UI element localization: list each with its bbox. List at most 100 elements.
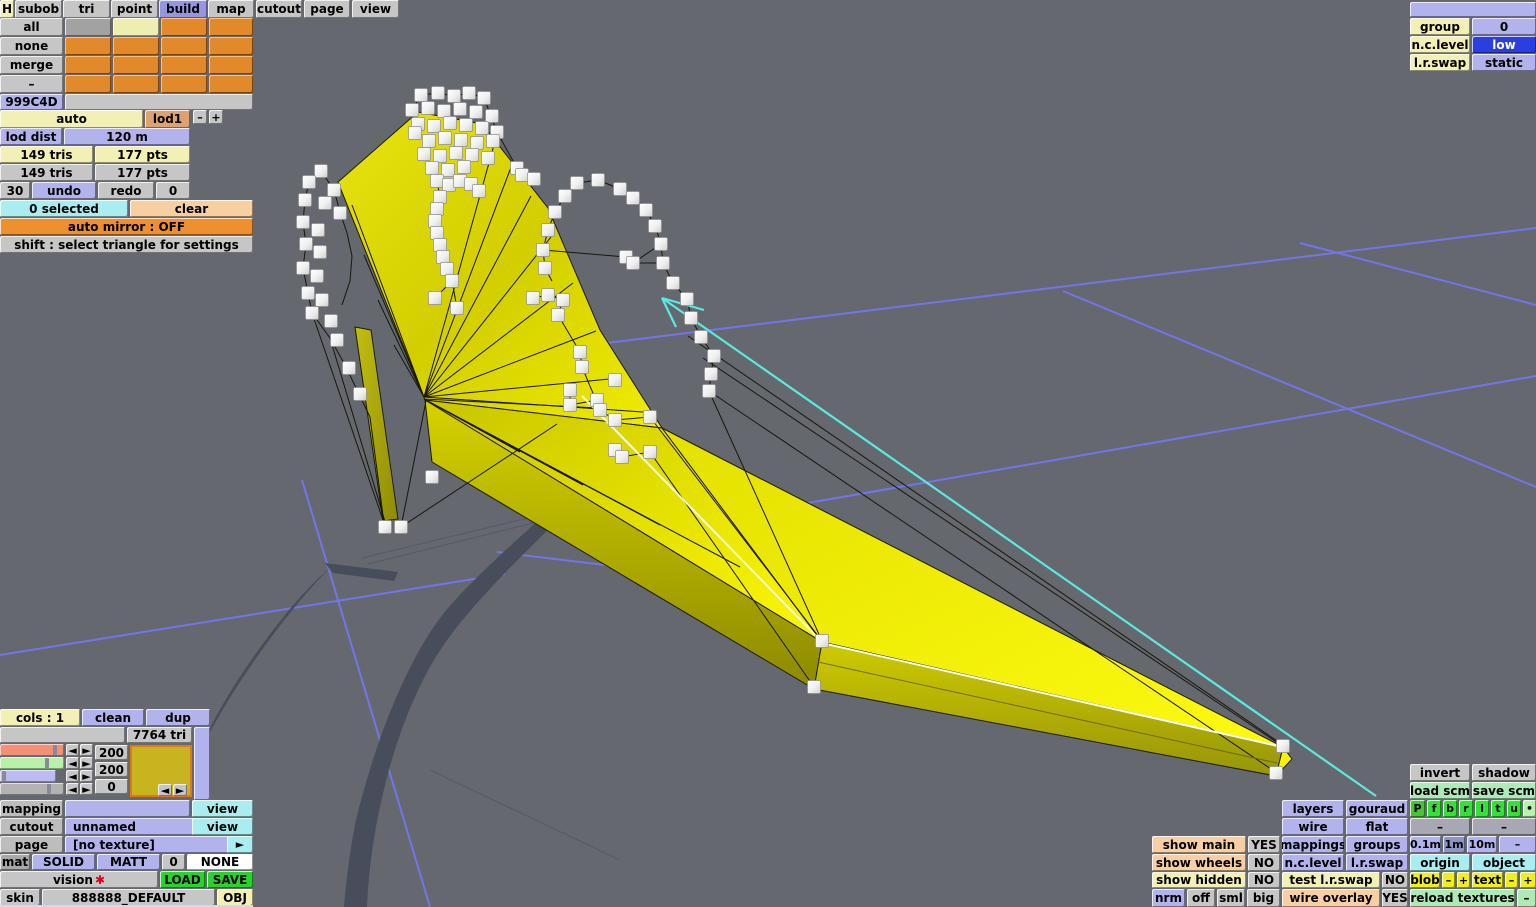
show-hidden-button[interactable]: show hidden <box>1152 872 1246 888</box>
alpha-dec-button[interactable]: ◄ <box>66 783 79 795</box>
vertex-handle[interactable] <box>639 203 653 217</box>
vertex-handle[interactable] <box>702 384 716 398</box>
load-scm-button[interactable]: load scm <box>1410 782 1470 799</box>
vertex-handle[interactable] <box>536 243 550 257</box>
vertex-handle[interactable] <box>313 245 327 259</box>
reload-textures-button[interactable]: reload textures <box>1410 889 1515 907</box>
cutout-view-button[interactable]: view <box>192 818 253 835</box>
vertex-handle[interactable] <box>626 256 640 270</box>
save-scm-button[interactable]: save scm <box>1472 782 1536 799</box>
vertex-handle[interactable] <box>437 104 451 118</box>
vertex-handle[interactable] <box>408 126 422 140</box>
vertex-handle[interactable] <box>563 398 577 412</box>
clear-selection-button[interactable]: clear <box>130 200 253 217</box>
cutout-label[interactable]: cutout <box>0 818 63 835</box>
vertex-handle[interactable] <box>441 163 455 177</box>
red-inc-button[interactable]: ► <box>80 744 93 756</box>
blue-dec-button[interactable]: ◄ <box>66 770 79 782</box>
vertex-handle[interactable] <box>538 261 552 275</box>
mat-type-button[interactable]: SOLID <box>32 854 95 870</box>
show-hidden-value[interactable]: NO <box>1248 872 1280 888</box>
subob-cell[interactable] <box>65 18 111 36</box>
vertex-handle[interactable] <box>626 191 640 205</box>
vertex-handle[interactable] <box>353 387 367 401</box>
grid-01m-button[interactable]: 0.1m <box>1410 836 1441 853</box>
vertex-handle[interactable] <box>485 109 499 123</box>
blob-minus-button[interactable]: – <box>1442 872 1455 888</box>
vertex-handle[interactable] <box>430 174 444 188</box>
vertex-handle[interactable] <box>643 410 657 424</box>
vertex-handle[interactable] <box>342 361 356 375</box>
vertex-handle[interactable] <box>573 345 587 359</box>
group-label[interactable]: group <box>1410 18 1470 35</box>
vertex-handle[interactable] <box>815 634 829 648</box>
vertex-handle[interactable] <box>333 206 347 220</box>
green-slider[interactable] <box>0 757 64 769</box>
blob-button[interactable]: blob <box>1410 872 1440 888</box>
vertex-handle[interactable] <box>707 349 721 363</box>
tab-subob[interactable]: subob <box>15 0 62 18</box>
vertex-handle[interactable] <box>453 102 467 116</box>
vertex-handle[interactable] <box>447 89 461 103</box>
layer-u-button[interactable]: u <box>1507 800 1521 817</box>
color-scrollbar[interactable] <box>194 727 210 800</box>
shadow-button[interactable]: shadow <box>1472 764 1536 781</box>
vertex-handle[interactable] <box>615 450 629 464</box>
vertex-handle[interactable] <box>296 215 310 229</box>
vertex-handle[interactable] <box>593 403 607 417</box>
text-button[interactable]: text <box>1472 872 1503 888</box>
vertex-handle[interactable] <box>541 223 555 237</box>
vertex-handle[interactable] <box>704 367 718 381</box>
dup-button[interactable]: dup <box>146 709 210 726</box>
vertex-handle[interactable] <box>394 520 408 534</box>
vertex-handle[interactable] <box>575 360 589 374</box>
color-name-field[interactable] <box>0 727 125 743</box>
vertex-handle[interactable] <box>684 311 698 325</box>
cols-button[interactable]: cols : 1 <box>0 709 80 726</box>
subob-cell[interactable] <box>209 75 253 93</box>
subob-cell[interactable] <box>113 75 159 93</box>
subob-merge-button[interactable]: merge <box>0 56 63 74</box>
layer-b-button[interactable]: b <box>1443 800 1457 817</box>
subob-cell[interactable] <box>209 18 253 36</box>
vertex-handle[interactable] <box>428 291 442 305</box>
text-minus-button[interactable]: – <box>1505 872 1518 888</box>
vertex-handle[interactable] <box>591 173 605 187</box>
page-label[interactable]: page <box>0 836 63 853</box>
green-dec-button[interactable]: ◄ <box>66 757 79 769</box>
vertex-handle[interactable] <box>430 226 444 240</box>
wire-overlay-value[interactable]: YES <box>1382 889 1408 907</box>
flat-button[interactable]: flat <box>1346 818 1408 835</box>
grid-dash-button[interactable]: – <box>1499 836 1536 853</box>
green-inc-button[interactable]: ► <box>80 757 93 769</box>
tab-point[interactable]: point <box>111 0 158 18</box>
vertex-handle[interactable] <box>433 190 447 204</box>
subob-cell[interactable] <box>209 56 253 74</box>
layer-t-button[interactable]: t <box>1491 800 1505 817</box>
vertex-handle[interactable] <box>608 373 622 387</box>
lod-plus-button[interactable]: + <box>209 110 223 124</box>
group-value[interactable]: 0 <box>1472 18 1536 35</box>
vertex-handle[interactable] <box>421 101 435 115</box>
layer-p-button[interactable]: P <box>1410 800 1425 817</box>
dash-button[interactable]: – <box>1410 818 1470 835</box>
show-main-button[interactable]: show main <box>1152 836 1246 853</box>
groups-button[interactable]: groups <box>1346 836 1408 853</box>
vertex-handle[interactable] <box>527 172 541 186</box>
blue-slider[interactable] <box>0 770 56 782</box>
vertex-handle[interactable] <box>1269 766 1283 780</box>
red-dec-button[interactable]: ◄ <box>66 744 79 756</box>
auto-mirror-toggle[interactable]: auto mirror : OFF <box>0 218 253 235</box>
nrm-sml-button[interactable]: sml <box>1217 889 1245 907</box>
vertex-handle[interactable] <box>613 182 627 196</box>
vertex-handle[interactable] <box>315 293 329 307</box>
wire-overlay-button[interactable]: wire overlay <box>1282 889 1380 907</box>
wire-button[interactable]: wire <box>1282 818 1344 835</box>
vertex-handle[interactable] <box>648 219 662 233</box>
invert-button[interactable]: invert <box>1410 764 1470 781</box>
vertex-handle[interactable] <box>515 168 529 182</box>
swatch-next-button[interactable]: ► <box>173 784 187 796</box>
lod-level-button[interactable]: lod1 <box>145 110 190 128</box>
subob-cell[interactable] <box>161 75 207 93</box>
red-slider[interactable] <box>0 744 64 756</box>
